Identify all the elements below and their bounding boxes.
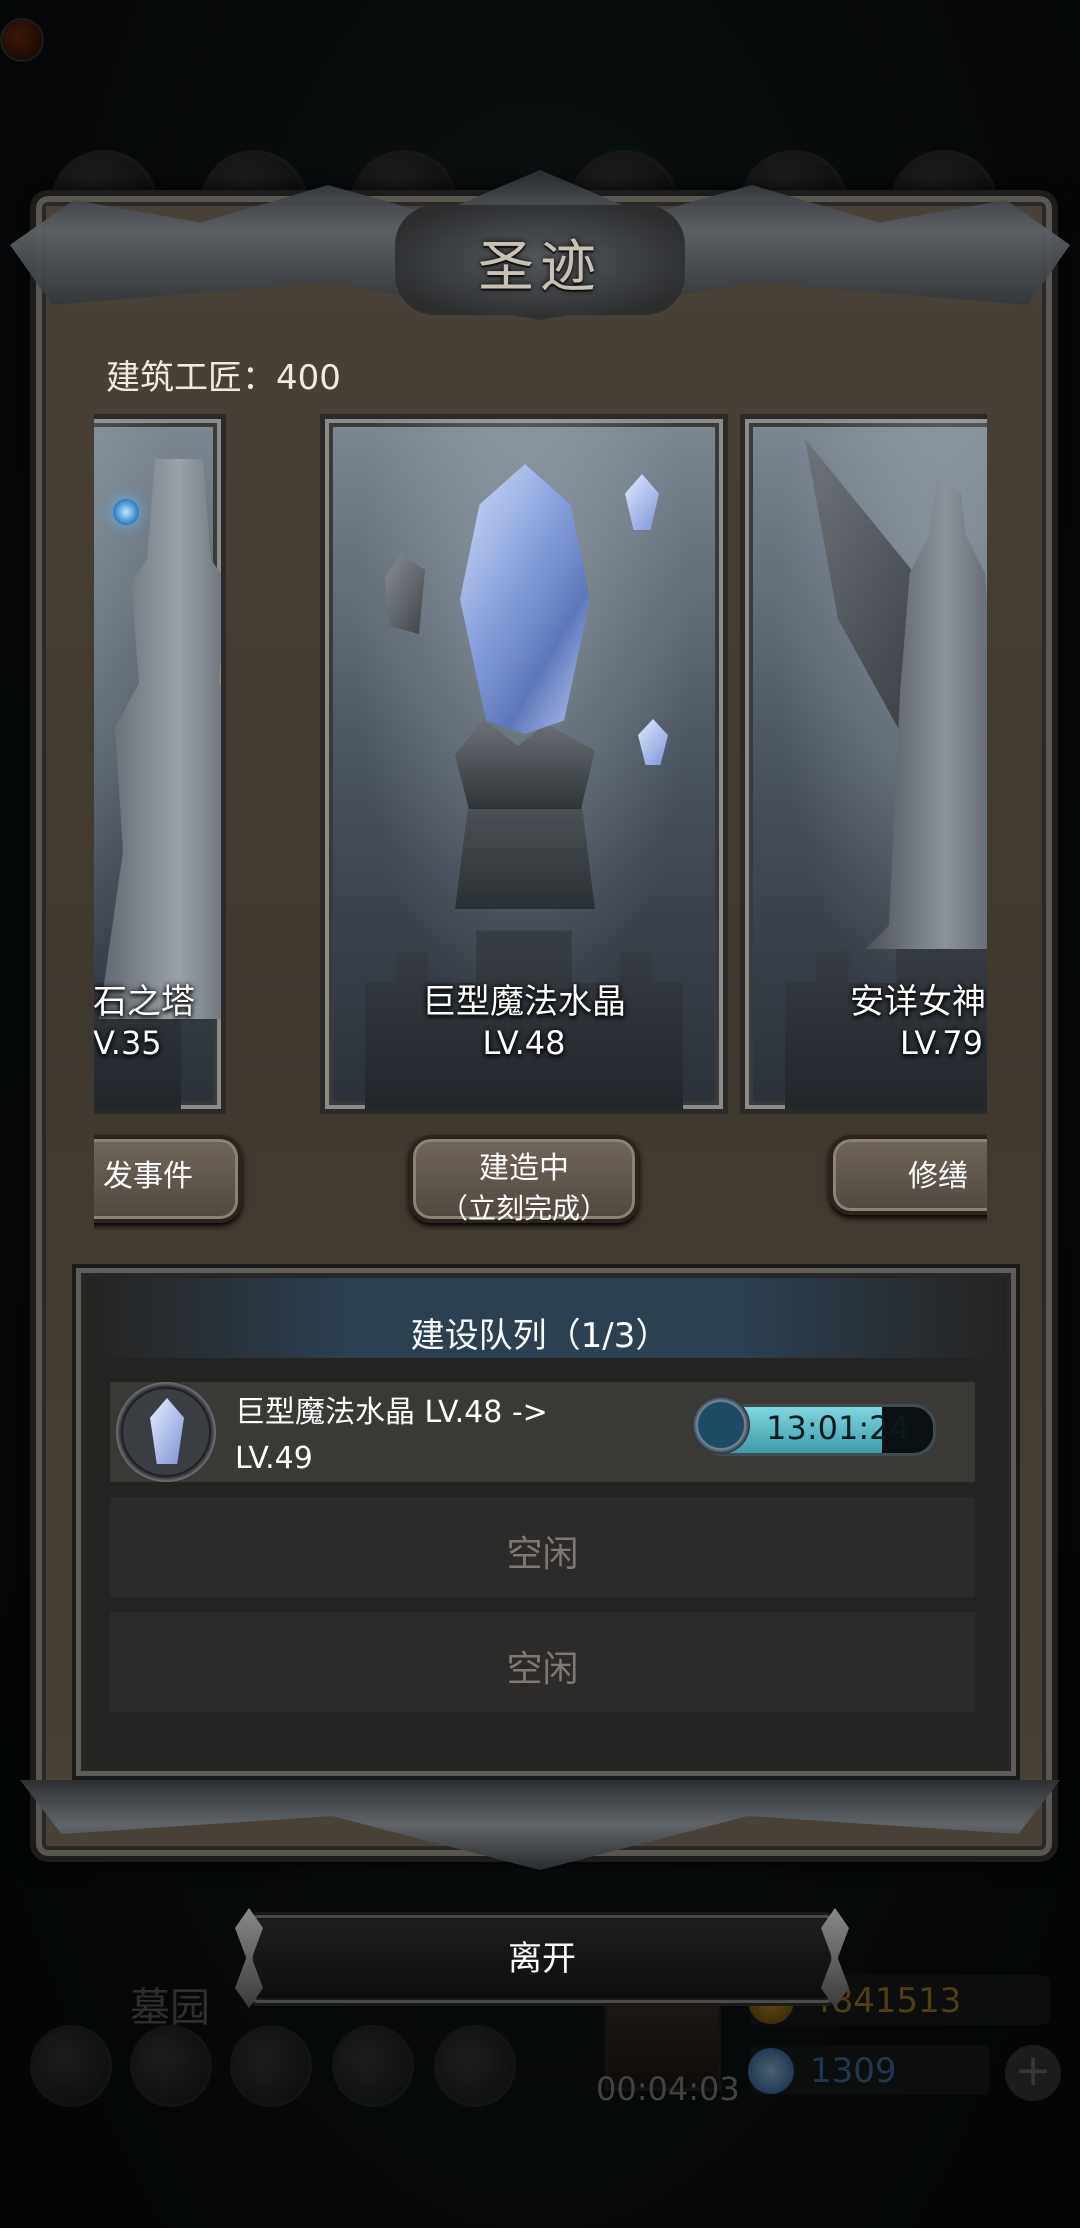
building-card-crystal[interactable]: 巨型魔法水晶 LV.48 [320,414,728,1114]
repair-button-label: 修缮 [908,1159,968,1194]
queue-item-text: 巨型魔法水晶 LV.48 -> LV.49 [235,1390,548,1482]
build-timer-text: 13:01:24 [766,1409,910,1447]
building-card-tower[interactable]: 石之塔 V.35 [94,414,226,1114]
finish-now-label: （立刻完成） [439,1192,608,1225]
event-button[interactable]: 发事件 [94,1135,242,1223]
leave-button[interactable]: 离开 [250,1915,834,2003]
building-name: 巨型魔法水晶 [422,982,626,1022]
queue-item-line1: 巨型魔法水晶 LV.48 -> [235,1395,548,1430]
building-level: LV.79 [900,1024,983,1062]
queue-slot-idle-1[interactable]: 空闲 [110,1497,975,1597]
building-in-progress-button[interactable]: 建造中 （立刻完成） [409,1135,639,1225]
in-progress-label: 建造中 [479,1151,569,1186]
idle-label: 空闲 [506,1649,579,1690]
queue-slot-active[interactable]: 巨型魔法水晶 LV.48 -> LV.49 13:01:24 [110,1382,975,1482]
building-carousel[interactable]: 石之塔 V.35 巨型魔法水晶 LV.48 安详女神 LV.79 发事件 建造中… [94,410,987,1230]
repair-button[interactable]: 修缮 [829,1135,987,1215]
crystal-pedestal [455,799,595,909]
event-button-label: 发事件 [103,1159,193,1194]
crystal-thumbnail-icon [116,1382,216,1482]
building-card-goddess[interactable]: 安详女神 LV.79 [740,414,987,1114]
queue-item-line2: LV.49 [235,1441,313,1476]
building-level: V.35 [94,1024,162,1062]
craftsman-count: 建筑工匠：400 [106,358,341,398]
panel-title: 圣迹 [478,235,602,300]
queue-slot-idle-2[interactable]: 空闲 [110,1612,975,1712]
building-name: 石之塔 [94,982,195,1022]
building-name: 安详女神 [850,982,986,1022]
clock-icon [692,1396,750,1454]
building-level: LV.48 [482,1024,566,1062]
tower-gem-icon [113,499,139,525]
queue-title: 建设队列（1/3） [410,1316,670,1356]
idle-label: 空闲 [506,1534,579,1575]
